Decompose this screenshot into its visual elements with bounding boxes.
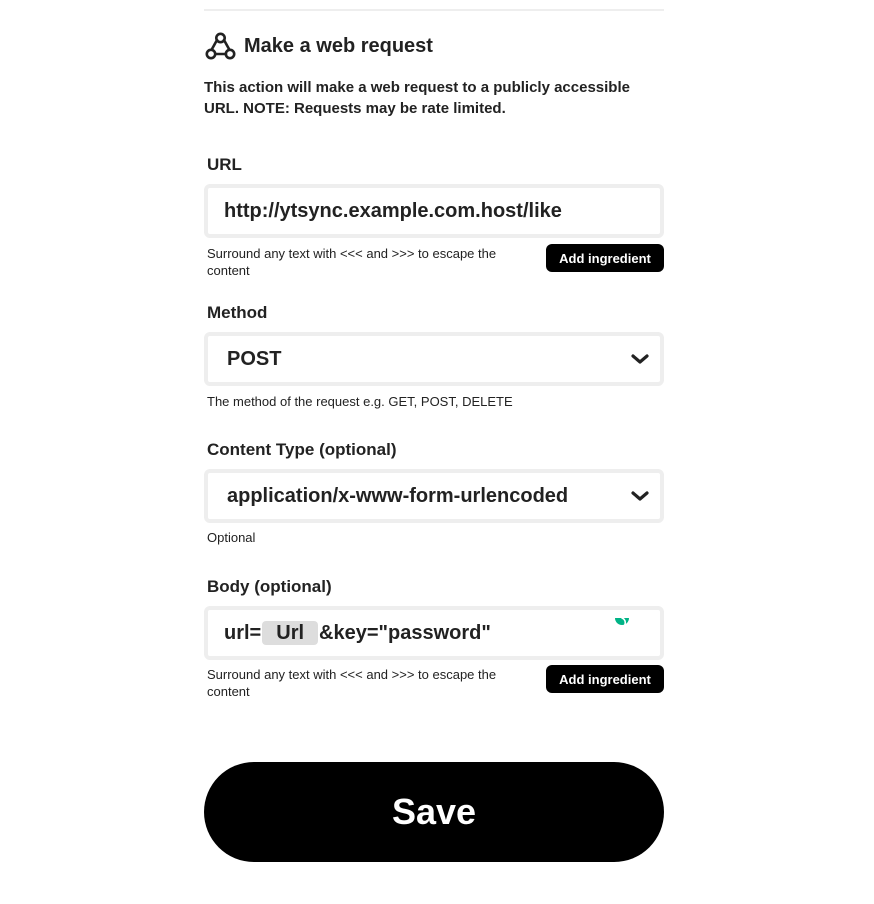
content-type-select[interactable]: application/x-www-form-urlencoded xyxy=(204,469,664,523)
body-suffix: &key="password" xyxy=(319,621,491,644)
ingredient-pill-url[interactable]: Url xyxy=(262,621,319,645)
method-helper-text: The method of the request e.g. GET, POST… xyxy=(207,394,513,409)
save-button[interactable]: Save xyxy=(204,762,664,862)
applet-action-config: Make a web request This action will make… xyxy=(0,0,874,904)
method-select[interactable]: POST xyxy=(204,332,664,386)
chevron-down-icon xyxy=(630,486,650,506)
url-label: URL xyxy=(207,155,242,174)
content-type-value: application/x-www-form-urlencoded xyxy=(227,484,569,507)
url-value: http://ytsync.example.com.host/like xyxy=(224,199,562,222)
action-header: Make a web request xyxy=(204,30,433,62)
body-prefix: url= xyxy=(224,621,262,644)
action-title: Make a web request xyxy=(244,34,433,57)
url-input[interactable]: http://ytsync.example.com.host/like xyxy=(204,184,664,238)
body-label: Body (optional) xyxy=(207,577,332,596)
top-divider xyxy=(204,9,664,11)
chevron-down-icon xyxy=(630,349,650,369)
url-helper-text: Surround any text with <<< and >>> to es… xyxy=(207,246,497,278)
action-description: This action will make a web request to a… xyxy=(204,79,630,117)
status-dot-icon xyxy=(612,614,632,634)
body-input[interactable]: url= Url &key="password" xyxy=(204,606,664,660)
body-helper-text: Surround any text with <<< and >>> to es… xyxy=(207,667,497,699)
url-add-ingredient-button[interactable]: Add ingredient xyxy=(546,244,664,272)
method-label: Method xyxy=(207,303,268,322)
content-type-helper-text: Optional xyxy=(207,530,256,545)
webhook-icon xyxy=(204,30,236,62)
content-type-label: Content Type (optional) xyxy=(207,440,397,459)
method-value: POST xyxy=(227,347,282,370)
body-add-ingredient-button[interactable]: Add ingredient xyxy=(546,665,664,693)
